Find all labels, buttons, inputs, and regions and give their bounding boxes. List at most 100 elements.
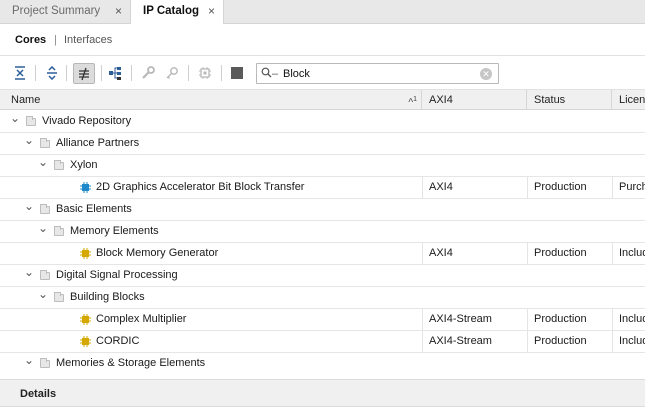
folder-icon — [54, 292, 64, 302]
column-divider — [527, 309, 528, 331]
folder-icon — [40, 138, 50, 148]
category-label: Memories & Storage Elements — [56, 357, 206, 369]
chevron-down-icon[interactable]: ⌄ — [38, 221, 48, 239]
status-cell — [534, 265, 612, 287]
status-cell — [534, 199, 612, 221]
status-cell: Production — [534, 335, 587, 347]
toolbar-divider — [66, 65, 67, 81]
category-label: Alliance Partners — [56, 137, 140, 149]
category-label: Building Blocks — [70, 291, 145, 303]
column-divider — [612, 243, 613, 265]
tab-project-summary[interactable]: Project Summary × — [0, 0, 130, 24]
column-divider — [527, 331, 528, 353]
axi4-cell: AXI4 — [429, 181, 453, 193]
catalog-subnav: Cores | Interfaces — [0, 24, 645, 56]
chevron-down-icon[interactable]: ⌄ — [38, 287, 48, 305]
category-row[interactable]: ⌄ Vivado Repository — [0, 111, 645, 133]
ip-core-icon — [80, 336, 91, 347]
column-header-axi4[interactable]: AXI4 — [422, 90, 527, 110]
category-label: Memory Elements — [70, 225, 159, 237]
license-cell — [619, 133, 645, 155]
axi4-cell — [429, 287, 527, 309]
category-row[interactable]: ⌄ Digital Signal Processing — [0, 265, 645, 287]
license-cell — [619, 199, 645, 221]
ip-core-row[interactable]: 2D Graphics Accelerator Bit Block Transf… — [0, 177, 645, 199]
category-row[interactable]: ⌄ Memories & Storage Elements — [0, 353, 645, 371]
key-icon[interactable] — [163, 64, 181, 82]
license-cell: Included — [619, 313, 645, 325]
name-cell: ⌄ Memory Elements — [0, 221, 422, 243]
chevron-down-icon[interactable]: ⌄ — [24, 133, 34, 151]
chevron-down-icon[interactable]: ⌄ — [24, 353, 34, 371]
ip-core-icon — [80, 248, 91, 259]
filter-toggle-icon[interactable] — [73, 63, 95, 84]
category-row[interactable]: ⌄ Alliance Partners — [0, 133, 645, 155]
category-row[interactable]: ⌄ Memory Elements — [0, 221, 645, 243]
ip-core-row[interactable]: Block Memory Generator AXI4 Production Incl… — [0, 243, 645, 265]
toolbar-divider — [131, 65, 132, 81]
tab-ip-catalog[interactable]: IP Catalog × — [130, 0, 224, 25]
tab-label: IP Catalog — [143, 5, 200, 17]
column-divider — [422, 309, 423, 331]
column-divider — [527, 177, 528, 199]
wrench-icon[interactable] — [139, 64, 157, 82]
ip-core-label: Block Memory Generator — [96, 247, 219, 259]
clear-search-icon[interactable]: ✕ — [480, 68, 492, 80]
license-cell: Included — [619, 335, 645, 347]
license-cell: Purchase — [619, 181, 645, 193]
status-cell — [534, 353, 612, 371]
toolbar-divider — [221, 65, 222, 81]
folder-icon — [54, 226, 64, 236]
details-title: Details — [20, 388, 57, 400]
collapse-all-icon[interactable] — [11, 64, 29, 82]
expand-all-icon[interactable] — [43, 64, 61, 82]
status-cell — [534, 133, 612, 155]
column-divider — [612, 309, 613, 331]
chevron-down-icon[interactable]: ⌄ — [10, 111, 20, 129]
hierarchy-icon[interactable] — [107, 64, 125, 82]
column-divider — [527, 243, 528, 265]
search-box[interactable]: – ✕ — [256, 63, 499, 84]
chevron-down-icon[interactable]: ⌄ — [38, 155, 48, 173]
ip-core-icon — [80, 314, 91, 325]
search-mode-icon: – — [272, 68, 279, 80]
column-divider — [612, 177, 613, 199]
search-input[interactable] — [283, 65, 473, 82]
chip-icon[interactable] — [196, 64, 214, 82]
chevron-down-icon[interactable]: ⌄ — [24, 265, 34, 283]
axi4-cell — [429, 265, 527, 287]
column-divider — [422, 331, 423, 353]
column-header-status[interactable]: Status — [527, 90, 612, 110]
column-header-name[interactable]: Name ^1 — [0, 90, 422, 110]
category-label: Basic Elements — [56, 203, 132, 215]
category-row[interactable]: ⌄ Building Blocks — [0, 287, 645, 309]
category-row[interactable]: ⌄ Xylon — [0, 155, 645, 177]
folder-icon — [40, 204, 50, 214]
axi4-cell — [429, 111, 527, 133]
stop-icon[interactable] — [228, 64, 246, 82]
status-cell — [534, 287, 612, 309]
name-cell: CORDIC — [0, 331, 422, 353]
status-cell — [534, 111, 612, 133]
interfaces-link[interactable]: Interfaces — [64, 34, 112, 46]
folder-icon — [54, 160, 64, 170]
category-row[interactable]: ⌄ Basic Elements — [0, 199, 645, 221]
subnav-separator: | — [54, 34, 57, 46]
name-cell: ⌄ Xylon — [0, 155, 422, 177]
column-divider — [612, 331, 613, 353]
axi4-cell — [429, 221, 527, 243]
axi4-cell — [429, 199, 527, 221]
ip-core-row[interactable]: Complex Multiplier AXI4-Stream Production I… — [0, 309, 645, 331]
close-icon[interactable]: × — [208, 0, 215, 22]
chevron-down-icon[interactable]: ⌄ — [24, 199, 34, 217]
ip-core-row[interactable]: CORDIC AXI4-Stream Production Included — [0, 331, 645, 353]
ip-core-icon — [80, 182, 91, 193]
column-divider — [422, 177, 423, 199]
license-cell — [619, 287, 645, 309]
details-panel-header[interactable]: Details — [0, 379, 645, 407]
cores-link[interactable]: Cores — [15, 34, 46, 46]
column-header-license[interactable]: License — [612, 90, 645, 110]
close-icon[interactable]: × — [115, 0, 122, 22]
toolbar-divider — [35, 65, 36, 81]
license-cell — [619, 155, 645, 177]
